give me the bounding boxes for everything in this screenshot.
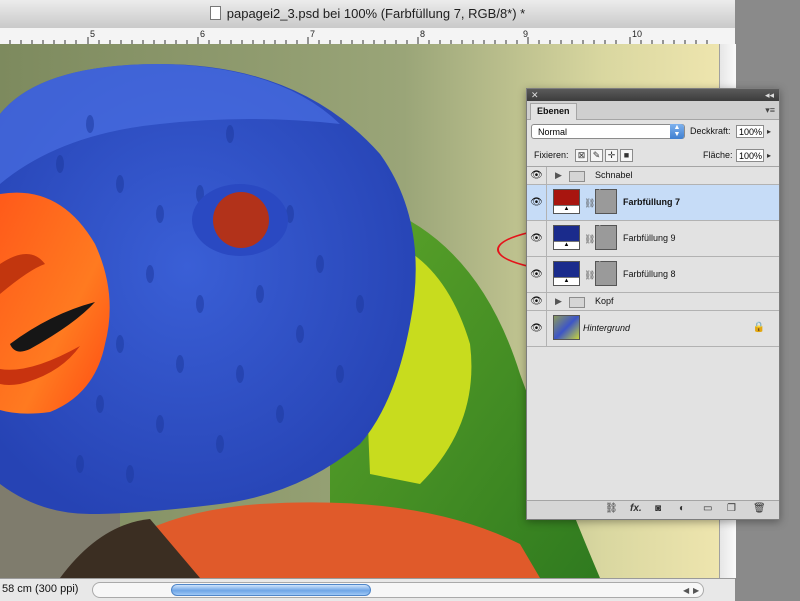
ruler-ticks [9, 37, 708, 44]
layer-mask-thumbnail[interactable]: ´ [595, 261, 617, 286]
add-mask-icon[interactable]: ◙ [655, 503, 661, 514]
layer-options-row: Normal ▲ ▼ Deckkraft: 100% ▸ [527, 120, 779, 144]
panel-close-icon[interactable]: ✕ [531, 89, 539, 101]
folder-icon [569, 171, 585, 182]
layer-name: Farbfüllung 8 [623, 269, 676, 279]
adjustment-layer-icon[interactable]: ◐ [679, 503, 685, 514]
new-layer-icon[interactable]: ❐ [727, 503, 736, 514]
fill-adjust-icon: ▲ [554, 277, 579, 285]
panel-title-bar[interactable]: ✕ ◂◂ [527, 89, 779, 101]
layer-farbfuellung-9[interactable]: 👁 ▲ ⛓ ´ Farbfüllung 9 [527, 221, 779, 257]
eye-icon[interactable]: 👁 [527, 167, 547, 184]
psd-document-icon [209, 6, 221, 20]
document-size-status: 58 cm (300 ppi) [2, 583, 79, 595]
lock-options-row: Fixieren: ⊠ ✎ ✛ ■ Fläche: 100% ▸ [527, 144, 779, 167]
fill-label: Fläche: [703, 150, 733, 160]
layers-panel[interactable]: ✕ ◂◂ Ebenen ▾≡ Normal ▲ ▼ Deckkraft: 100%… [526, 88, 780, 520]
ruler-number-5: 5 [90, 29, 96, 39]
ruler-number-9: 9 [523, 29, 529, 39]
fill-color-thumbnail[interactable]: ▲ [553, 189, 580, 214]
fill-color-thumbnail[interactable]: ▲ [553, 225, 580, 250]
lock-image-icon[interactable]: ✎ [590, 149, 603, 162]
fill-input[interactable]: 100% [736, 149, 764, 162]
layer-list: 👁 ▶ Schnabel 👁 ▲ ⛓ ´ Farbfüllung 7 👁 ▲ ⛓… [527, 167, 779, 347]
layer-group-schnabel[interactable]: 👁 ▶ Schnabel [527, 167, 779, 185]
ruler-number-8: 8 [420, 29, 426, 39]
fill-dropdown-icon[interactable]: ▸ [767, 151, 771, 160]
panel-collapse-icon[interactable]: ◂◂ [765, 89, 774, 101]
horizontal-scroll-thumb[interactable] [171, 584, 371, 596]
document-title: papagei2_3.psd bei 100% (Farbfüllung 7, … [0, 6, 735, 21]
layer-name: Farbfüllung 7 [623, 197, 680, 207]
ruler-number-10: 10 [632, 29, 643, 39]
chain-link-icon[interactable]: ⛓ [584, 270, 595, 281]
fill-adjust-icon: ▲ [554, 205, 579, 213]
new-group-folder-icon[interactable]: ▭ [703, 503, 712, 514]
lock-label: Fixieren: [534, 150, 569, 160]
lock-transparency-icon[interactable]: ⊠ [575, 149, 588, 162]
ruler-number-7: 7 [310, 29, 316, 39]
ruler-number-6: 6 [200, 29, 206, 39]
eye-icon[interactable]: 👁 [527, 293, 547, 310]
chain-link-icon[interactable]: ⛓ [584, 234, 595, 245]
layer-name: Hintergrund [583, 323, 631, 333]
lock-all-icon[interactable]: ■ [620, 149, 633, 162]
eye-icon[interactable]: 👁 [527, 257, 547, 292]
fill-adjust-icon: ▲ [554, 241, 579, 249]
layer-farbfuellung-8[interactable]: 👁 ▲ ⛓ ´ Farbfüllung 8 [527, 257, 779, 293]
opacity-label: Deckkraft: [690, 126, 731, 136]
trash-icon[interactable]: 🗑 [753, 503, 766, 514]
horizontal-scrollbar[interactable]: ◀ ▶ [92, 582, 704, 598]
document-title-bar[interactable]: papagei2_3.psd bei 100% (Farbfüllung 7, … [0, 0, 735, 29]
eye-icon[interactable]: 👁 [527, 221, 547, 256]
lock-icon: 🔒 [752, 322, 765, 333]
scroll-right-arrow-icon[interactable]: ▶ [693, 586, 699, 595]
eye-icon[interactable]: 👁 [527, 311, 547, 346]
scroll-left-arrow-icon[interactable]: ◀ [683, 586, 689, 595]
fill-color-thumbnail[interactable]: ▲ [553, 261, 580, 286]
disclosure-triangle-icon[interactable]: ▶ [555, 296, 562, 307]
panel-menu-icon[interactable]: ▾≡ [765, 105, 775, 116]
panel-tab-row: Ebenen ▾≡ [527, 101, 779, 120]
layer-style-fx-button[interactable]: fx. [630, 503, 642, 514]
disclosure-triangle-icon[interactable]: ▶ [555, 170, 562, 181]
layer-mask-thumbnail[interactable]: ´ [595, 225, 617, 250]
layer-farbfuellung-7[interactable]: 👁 ▲ ⛓ ´ Farbfüllung 7 [527, 185, 779, 221]
panel-footer-toolbar: ⛓ fx. ◙ ◐ ▭ ❐ 🗑 [527, 500, 779, 519]
blend-mode-select[interactable]: Normal ▲ ▼ [531, 124, 685, 139]
lock-position-icon[interactable]: ✛ [605, 149, 618, 162]
blend-mode-stepper-icon[interactable]: ▲ ▼ [670, 124, 684, 139]
layer-name: Farbfüllung 9 [623, 233, 676, 243]
opacity-input[interactable]: 100% [736, 125, 764, 138]
tab-ebenen[interactable]: Ebenen [530, 103, 577, 120]
layer-name: Schnabel [595, 170, 633, 180]
background-thumbnail[interactable] [553, 315, 580, 340]
eye-icon[interactable]: 👁 [527, 185, 547, 220]
layer-hintergrund[interactable]: 👁 Hintergrund 🔒 [527, 311, 779, 347]
folder-icon [569, 297, 585, 308]
opacity-dropdown-icon[interactable]: ▸ [767, 127, 771, 136]
layer-group-kopf[interactable]: 👁 ▶ Kopf [527, 293, 779, 311]
status-bar: 58 cm (300 ppi) ◀ ▶ [0, 578, 735, 601]
layer-name: Kopf [595, 296, 614, 306]
horizontal-ruler[interactable]: 5 6 7 8 9 10 [0, 28, 735, 45]
chain-link-icon[interactable]: ⛓ [584, 198, 595, 209]
link-layers-icon[interactable]: ⛓ [605, 503, 618, 514]
layer-mask-thumbnail[interactable]: ´ [595, 189, 617, 214]
